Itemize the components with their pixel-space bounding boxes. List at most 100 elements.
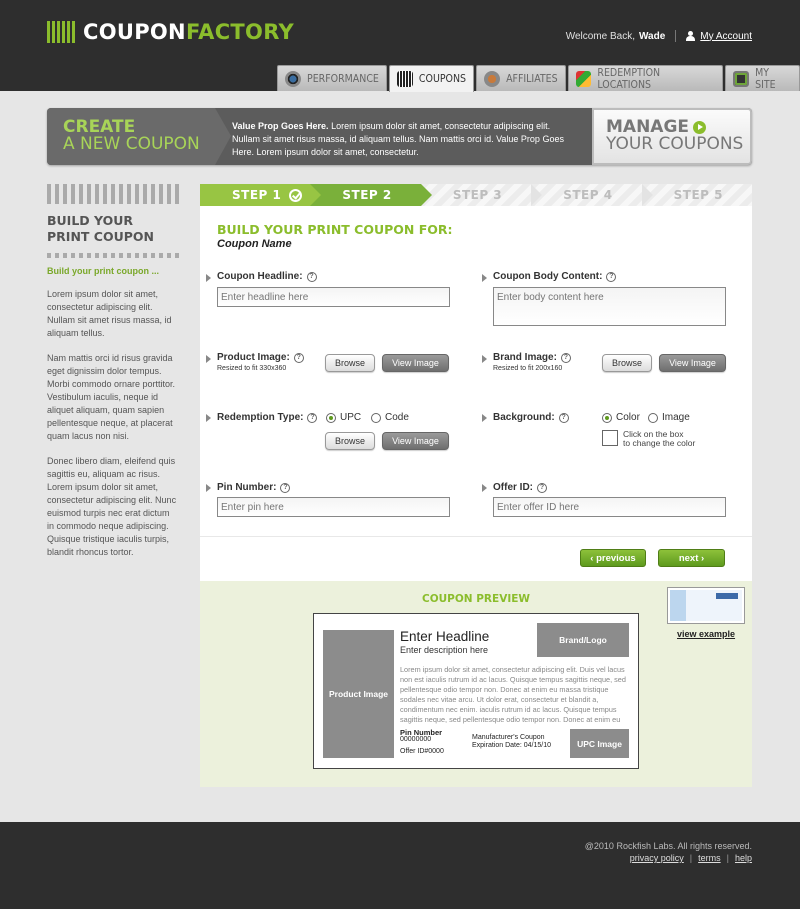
- logo-word-coupon: COUPON: [83, 20, 186, 44]
- product-view-image-button[interactable]: View Image: [382, 354, 449, 372]
- previous-button[interactable]: ‹ previous: [580, 549, 646, 567]
- offer-id-label: Offer ID:: [493, 482, 533, 493]
- step-label: STEP 2: [342, 188, 392, 202]
- step-label: STEP 5: [673, 188, 723, 202]
- product-browse-button[interactable]: Browse: [325, 354, 375, 372]
- logo-text: COUPONFACTORY: [83, 20, 294, 44]
- sidebar-subtitle: Build your print coupon ...: [47, 266, 159, 276]
- help-icon[interactable]: ?: [537, 482, 547, 493]
- bullet-arrow-icon: [206, 274, 211, 282]
- privacy-policy-link[interactable]: privacy policy: [630, 853, 684, 863]
- manage-coupons-button[interactable]: MANAGE YOUR COUPONS: [592, 108, 752, 165]
- product-image-label: Product Image:: [217, 352, 290, 363]
- tab-label: COUPONS: [418, 73, 467, 85]
- sidebar-paragraph: Nam mattis orci id risus gravida eget di…: [47, 353, 176, 441]
- banner-arrow: [215, 108, 231, 165]
- headline-field: Coupon Headline:?: [217, 271, 317, 282]
- help-icon[interactable]: ?: [293, 352, 304, 363]
- divider: [200, 536, 752, 537]
- step-1[interactable]: STEP 1: [200, 184, 322, 206]
- value-prop-heading: Value Prop Goes Here.: [232, 121, 329, 131]
- next-button[interactable]: next ›: [658, 549, 725, 567]
- brand-image-label: Brand Image:: [493, 352, 557, 363]
- radio-image[interactable]: Image: [648, 412, 690, 423]
- brand-browse-button[interactable]: Browse: [602, 354, 652, 372]
- header: COUPONFACTORY Welcome Back, Wade My Acco…: [0, 0, 800, 92]
- radio-selected-icon: [326, 412, 336, 423]
- link-separator: |: [689, 853, 693, 863]
- help-icon[interactable]: ?: [280, 482, 291, 493]
- help-link[interactable]: help: [735, 853, 752, 863]
- help-icon[interactable]: ?: [307, 412, 318, 423]
- radio-upc[interactable]: UPC: [326, 412, 361, 423]
- radio-code-label: Code: [385, 412, 409, 423]
- background-label: Background:: [493, 412, 555, 423]
- step-2[interactable]: STEP 2: [310, 184, 432, 206]
- site-logo[interactable]: COUPONFACTORY: [47, 20, 294, 44]
- step-3: STEP 3: [420, 184, 543, 206]
- radio-code[interactable]: Code: [371, 412, 409, 423]
- brand-view-image-button[interactable]: View Image: [659, 354, 726, 372]
- radio-selected-icon: [602, 412, 612, 423]
- help-icon[interactable]: ?: [560, 352, 571, 363]
- pin-number-input[interactable]: [217, 497, 450, 517]
- product-image-hint: Resized to fit 330x360: [217, 365, 287, 372]
- brand-image-hint: Resized to fit 200x160: [493, 365, 563, 372]
- headline-input[interactable]: [217, 287, 450, 307]
- redemption-type-label: Redemption Type:: [217, 412, 304, 423]
- check-icon: [289, 188, 303, 202]
- radio-upc-label: UPC: [340, 412, 362, 423]
- my-site-monitor-icon: [733, 70, 750, 87]
- expiration-text: Expiration Date: 04/15/10: [472, 742, 551, 749]
- play-arrow-icon: [693, 121, 707, 134]
- redemption-type-field: Redemption Type:?: [217, 412, 318, 423]
- tab-label: REDEMPTION LOCATIONS: [597, 66, 661, 91]
- redemption-browse-button[interactable]: Browse: [325, 432, 375, 450]
- tab-affiliates[interactable]: AFFILIATES: [476, 65, 566, 91]
- terms-link[interactable]: terms: [698, 853, 721, 863]
- tab-redemption-locations[interactable]: REDEMPTION LOCATIONS: [567, 65, 724, 91]
- affiliates-icon: [484, 70, 501, 87]
- body-content-label: Coupon Body Content:: [493, 271, 603, 282]
- my-account-link[interactable]: My Account: [686, 31, 752, 42]
- bullet-arrow-icon: [482, 274, 487, 282]
- redemption-view-image-button[interactable]: View Image: [382, 432, 449, 450]
- copyright-text: @2010 Rockfish Labs. All rights reserved…: [584, 841, 752, 851]
- radio-color[interactable]: Color: [602, 412, 640, 423]
- radio-icon: [371, 412, 381, 423]
- view-example-link[interactable]: view example: [677, 629, 735, 639]
- offer-id-field: Offer ID:?: [493, 482, 547, 493]
- pin-number-field: Pin Number:?: [217, 482, 291, 493]
- user-name: Wade: [638, 30, 666, 42]
- headline-label: Coupon Headline:: [217, 271, 303, 282]
- bullet-arrow-icon: [206, 414, 211, 422]
- body-content-input[interactable]: [493, 287, 726, 326]
- background-color-swatch[interactable]: [602, 430, 618, 446]
- tab-label: PERFORMANCE: [307, 72, 379, 85]
- welcome-text: Welcome Back,: [565, 30, 635, 42]
- coupon-preview-section: COUPON PREVIEW Product Image Enter Headl…: [200, 581, 752, 787]
- footer: @2010 Rockfish Labs. All rights reserved…: [0, 822, 800, 909]
- product-image-field: Product Image:? Resized to fit 330x360: [217, 352, 304, 372]
- decorative-bar: [47, 184, 179, 204]
- preview-headline: Enter Headline: [400, 629, 490, 644]
- bullet-arrow-icon: [482, 414, 487, 422]
- decorative-bar: [47, 253, 179, 258]
- performance-icon: [285, 70, 301, 87]
- tab-my-site[interactable]: MY SITE: [725, 65, 800, 91]
- help-icon[interactable]: ?: [558, 412, 569, 423]
- create-coupon-button[interactable]: CREATE A NEW COUPON: [47, 108, 215, 165]
- divider: [675, 30, 677, 42]
- radio-color-label: Color: [616, 412, 640, 423]
- tab-coupons[interactable]: COUPONS: [388, 65, 475, 92]
- help-icon[interactable]: ?: [306, 271, 317, 282]
- help-icon[interactable]: ?: [606, 271, 617, 282]
- preview-description: Enter description here: [400, 645, 489, 655]
- example-coupon-thumbnail[interactable]: [667, 587, 745, 624]
- step-label: STEP 3: [452, 188, 503, 202]
- action-banner: CREATE A NEW COUPON Value Prop Goes Here…: [47, 108, 752, 165]
- offer-id-input[interactable]: [493, 497, 726, 517]
- coupon-builder-panel: STEP 1 STEP 2 STEP 3 STEP 4 STEP 5 BUILD…: [200, 184, 753, 787]
- preview-pin-value: 00000000: [400, 736, 432, 743]
- tab-performance[interactable]: PERFORMANCE: [277, 65, 387, 91]
